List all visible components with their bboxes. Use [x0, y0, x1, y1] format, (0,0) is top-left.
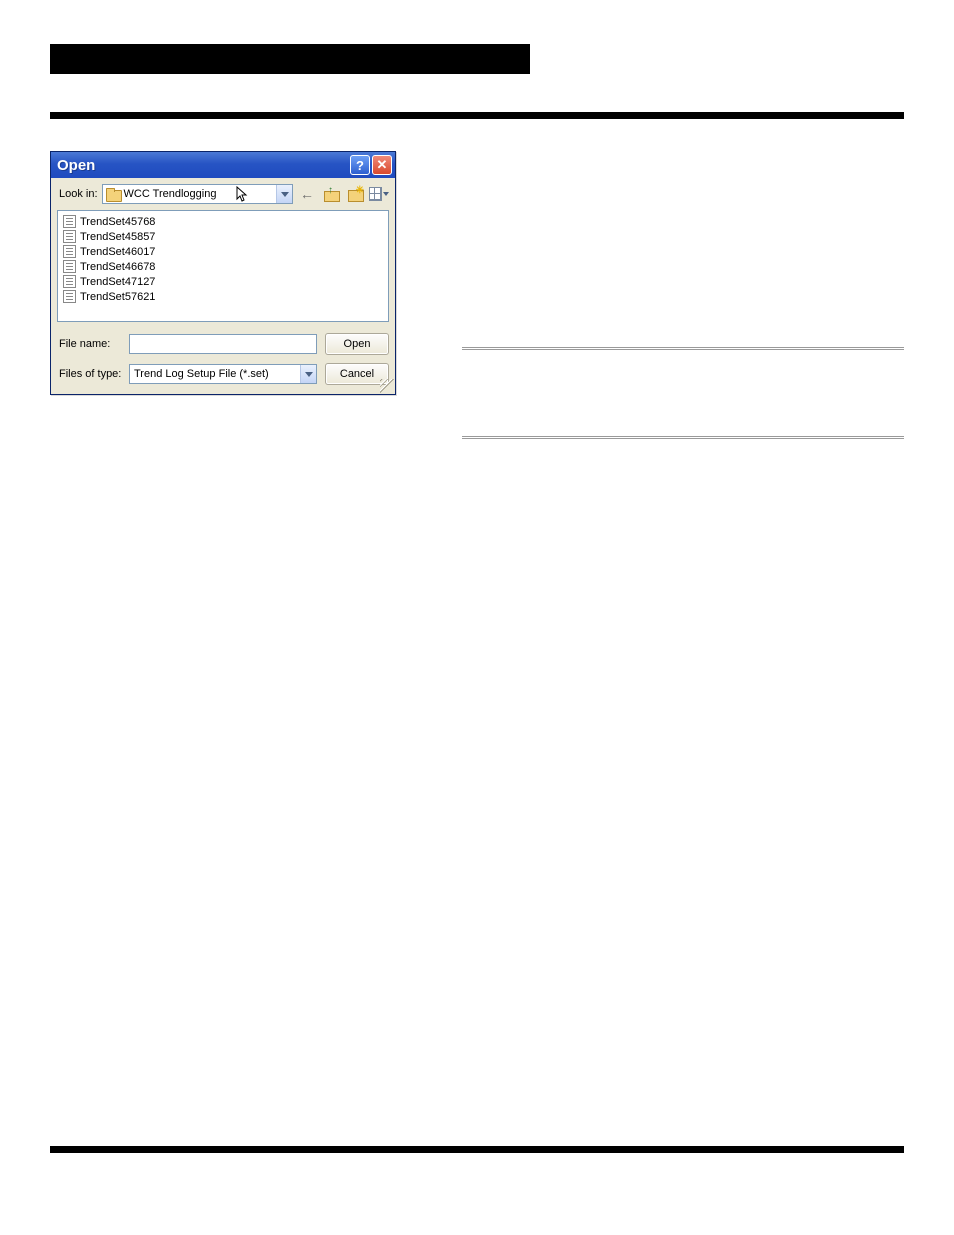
file-icon [63, 215, 76, 228]
file-name: TrendSet45768 [80, 216, 155, 228]
new-folder-icon: ✳ [348, 188, 362, 200]
file-icon [63, 245, 76, 258]
file-icon [63, 275, 76, 288]
open-button[interactable]: Open [325, 333, 389, 355]
section-header-band [50, 44, 530, 74]
close-icon: ✕ [377, 157, 388, 173]
views-menu-button[interactable] [369, 184, 389, 204]
folder-icon [106, 188, 120, 200]
help-icon: ? [356, 158, 364, 173]
list-item[interactable]: TrendSet47127 [62, 274, 384, 289]
bottom-rule [50, 1146, 904, 1153]
list-item[interactable]: TrendSet46678 [62, 259, 384, 274]
titlebar-close-button[interactable]: ✕ [372, 155, 392, 175]
divider-rule [462, 347, 904, 350]
divider-rule [462, 436, 904, 439]
list-item[interactable]: TrendSet45857 [62, 229, 384, 244]
top-rule [50, 112, 904, 119]
dialog-toolbar: Look in: WCC Trendlogging ← [51, 178, 395, 208]
file-name: TrendSet45857 [80, 231, 155, 243]
open-button-label: Open [344, 338, 371, 350]
files-of-type-dropdown[interactable]: Trend Log Setup File (*.set) [129, 364, 317, 384]
file-name: TrendSet47127 [80, 276, 155, 288]
look-in-value: WCC Trendlogging [124, 188, 276, 200]
list-item[interactable]: TrendSet57621 [62, 289, 384, 304]
list-item[interactable]: TrendSet45768 [62, 214, 384, 229]
folder-up-icon: ↑ [324, 188, 338, 200]
file-icon [63, 260, 76, 273]
right-column [462, 151, 904, 439]
chevron-down-icon [383, 184, 389, 204]
files-of-type-value: Trend Log Setup File (*.set) [134, 368, 269, 380]
cancel-button-label: Cancel [340, 368, 374, 380]
file-list[interactable]: TrendSet45768 TrendSet45857 TrendSet4601… [57, 210, 389, 322]
up-one-level-button[interactable]: ↑ [321, 184, 341, 204]
files-of-type-label: Files of type: [59, 368, 121, 380]
chevron-down-icon[interactable] [300, 365, 316, 383]
arrow-left-icon: ← [300, 186, 314, 202]
look-in-dropdown[interactable]: WCC Trendlogging [102, 184, 293, 204]
file-icon [63, 290, 76, 303]
chevron-down-icon[interactable] [276, 185, 292, 203]
dialog-title: Open [57, 157, 348, 174]
titlebar-help-button[interactable]: ? [350, 155, 370, 175]
look-in-label: Look in: [59, 188, 98, 200]
file-icon [63, 230, 76, 243]
file-name-label: File name: [59, 338, 121, 350]
file-name: TrendSet57621 [80, 291, 155, 303]
file-name: TrendSet46017 [80, 246, 155, 258]
dialog-titlebar[interactable]: Open ? ✕ [51, 152, 395, 178]
resize-grip[interactable] [380, 379, 394, 393]
open-file-dialog: Open ? ✕ Look in: WCC Trendlogging [50, 151, 396, 395]
back-button[interactable]: ← [297, 184, 317, 204]
new-folder-button[interactable]: ✳ [345, 184, 365, 204]
file-name: TrendSet46678 [80, 261, 155, 273]
file-name-input[interactable] [129, 334, 317, 354]
views-icon [369, 187, 382, 201]
list-item[interactable]: TrendSet46017 [62, 244, 384, 259]
